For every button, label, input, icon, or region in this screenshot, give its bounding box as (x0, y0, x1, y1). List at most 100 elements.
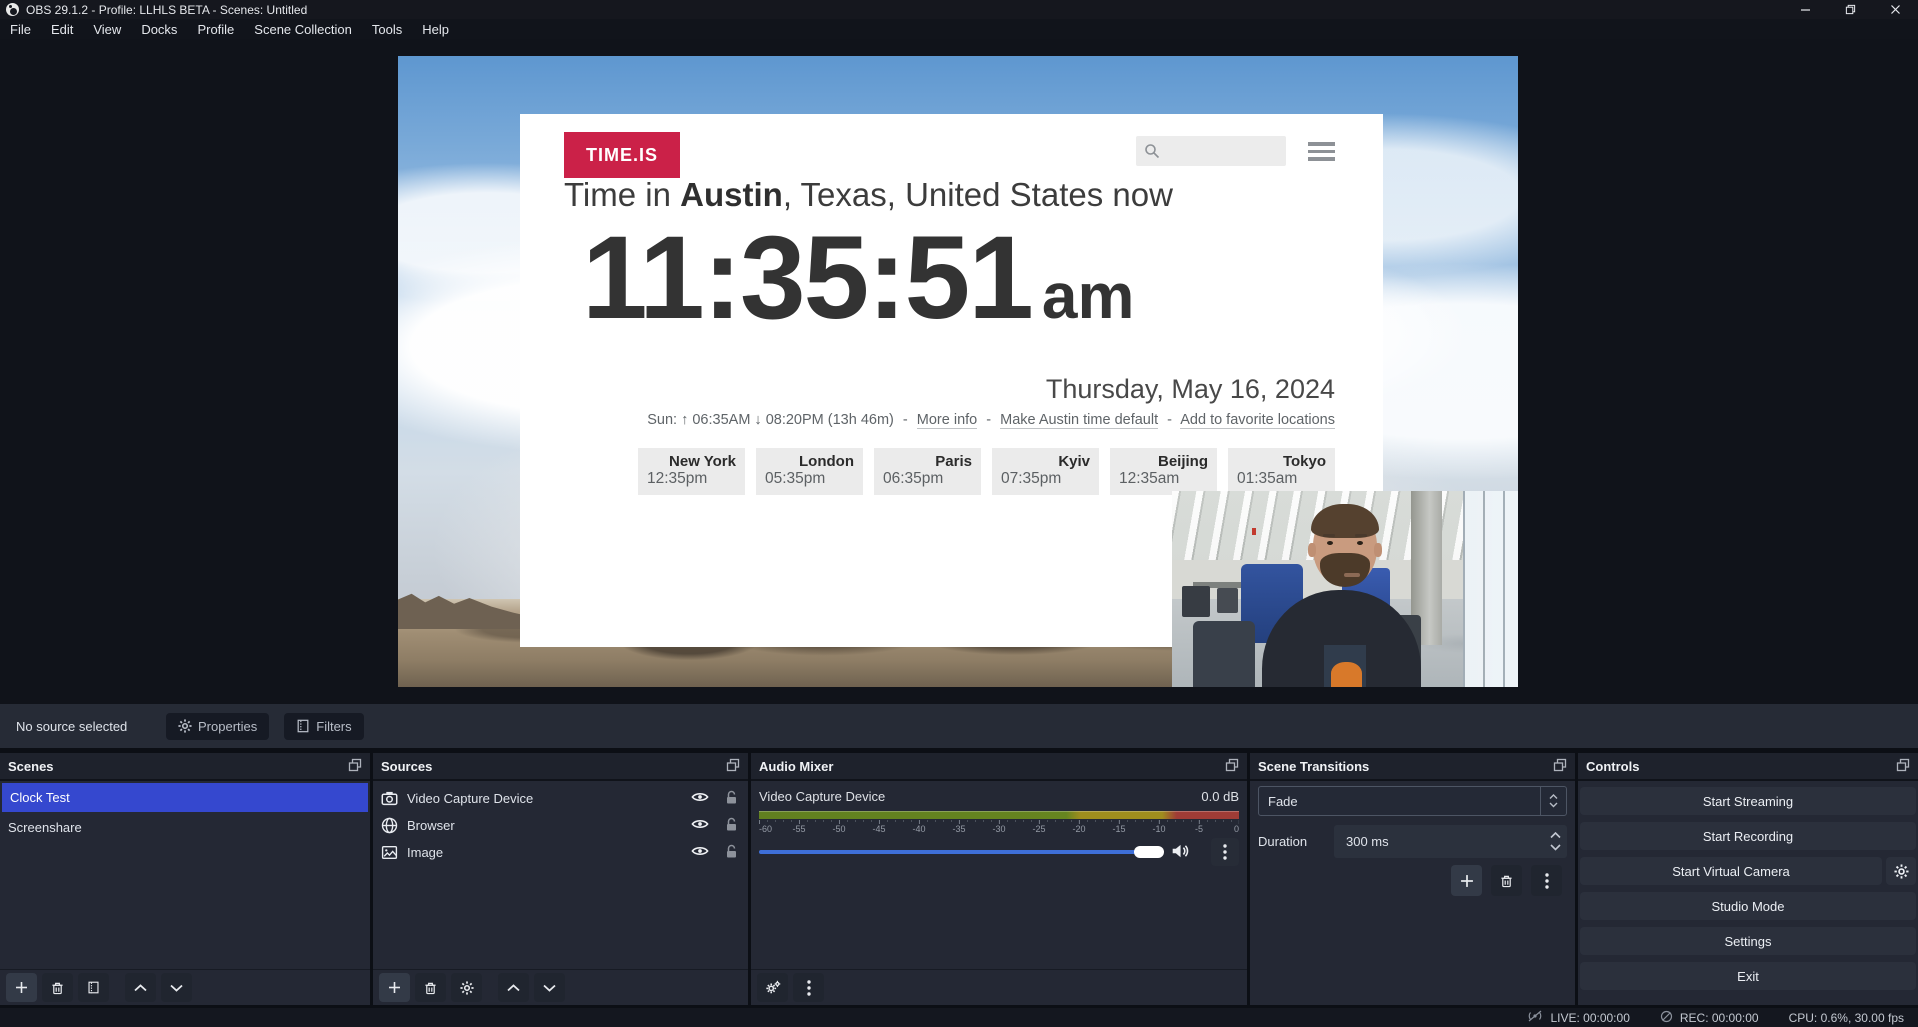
popout-icon[interactable] (1225, 758, 1239, 775)
sources-panel: Sources Video Capture Device (373, 753, 748, 1005)
move-scene-up-button[interactable] (125, 973, 156, 1002)
image-icon (381, 844, 398, 861)
exit-button[interactable]: Exit (1580, 962, 1916, 990)
scenes-title: Scenes (8, 759, 54, 774)
menu-view[interactable]: View (83, 19, 131, 39)
popout-icon[interactable] (1896, 758, 1910, 775)
gear-icon (1894, 864, 1909, 879)
visibility-eye-icon[interactable] (691, 845, 709, 860)
lock-icon[interactable] (725, 844, 738, 862)
webcam-overlay (1172, 491, 1518, 687)
source-item-video-capture[interactable]: Video Capture Device (373, 785, 748, 812)
transition-options-kebab-button[interactable] (1531, 865, 1562, 896)
popout-icon[interactable] (1553, 758, 1567, 775)
sun-info-row: Sun: ↑ 06:35AM ↓ 08:20PM (13h 46m) - Mor… (647, 412, 1335, 428)
menu-tools[interactable]: Tools (362, 19, 412, 39)
double-gear-icon (765, 980, 781, 995)
select-arrows-icon (1540, 787, 1566, 815)
source-properties-button[interactable] (451, 973, 482, 1002)
transition-select[interactable]: Fade (1258, 786, 1567, 816)
title-bar: OBS 29.1.2 - Profile: LLHLS BETA - Scene… (0, 0, 1918, 19)
lock-icon[interactable] (725, 790, 738, 808)
timeis-heading: Time in Austin, Texas, United States now (564, 176, 1173, 214)
spin-up-icon[interactable] (1550, 832, 1561, 839)
source-item-browser[interactable]: Browser (373, 812, 748, 839)
clock-meridiem: am (1042, 259, 1135, 333)
menu-docks[interactable]: Docks (131, 19, 187, 39)
rec-timer: REC: 00:00:00 (1680, 1011, 1759, 1025)
move-source-up-button[interactable] (498, 973, 529, 1002)
add-scene-button[interactable] (6, 973, 37, 1002)
kebab-icon (1223, 844, 1227, 860)
settings-button[interactable]: Settings (1580, 927, 1916, 955)
volume-slider-handle[interactable] (1134, 846, 1164, 858)
popout-icon[interactable] (348, 758, 362, 775)
world-clock-card: Tokyo01:35am (1228, 448, 1335, 495)
virtual-camera-settings-button[interactable] (1886, 857, 1916, 885)
scene-transitions-title: Scene Transitions (1258, 759, 1369, 774)
chevron-down-icon (543, 984, 556, 992)
add-transition-button[interactable] (1451, 865, 1482, 896)
chevron-down-icon (170, 984, 183, 992)
sources-footer-toolbar (373, 969, 748, 1005)
record-inactive-icon (1660, 1010, 1673, 1026)
menu-scene-collection[interactable]: Scene Collection (244, 19, 362, 39)
studio-mode-button[interactable]: Studio Mode (1580, 892, 1916, 920)
spin-down-icon[interactable] (1550, 844, 1561, 851)
move-source-down-button[interactable] (534, 973, 565, 1002)
properties-button[interactable]: Properties (166, 713, 269, 740)
trash-icon (1500, 874, 1513, 888)
start-streaming-button[interactable]: Start Streaming (1580, 787, 1916, 815)
preview-canvas[interactable]: TIME.IS Time in Austin, Texas, United St… (398, 56, 1518, 687)
mixer-options-kebab-button[interactable] (1211, 838, 1239, 866)
start-recording-button[interactable]: Start Recording (1580, 822, 1916, 850)
globe-icon (381, 817, 398, 834)
status-bar: LIVE: 00:00:00 REC: 00:00:00 CPU: 0.6%, … (0, 1008, 1918, 1027)
scene-item-clock-test[interactable]: Clock Test (2, 783, 368, 812)
minimize-button[interactable] (1783, 0, 1828, 19)
menu-edit[interactable]: Edit (41, 19, 83, 39)
filter-icon (296, 719, 310, 733)
clock-digits: 11:35:51 (582, 214, 1032, 344)
make-default-link: Make Austin time default (1000, 412, 1158, 429)
remove-source-button[interactable] (415, 973, 446, 1002)
obs-logo-icon (6, 3, 19, 16)
add-source-button[interactable] (379, 973, 410, 1002)
mixer-menu-kebab-button[interactable] (793, 973, 824, 1002)
start-virtual-camera-button[interactable]: Start Virtual Camera (1580, 857, 1882, 885)
menu-help[interactable]: Help (412, 19, 459, 39)
stream-inactive-icon (1527, 1010, 1543, 1025)
volume-slider[interactable] (759, 850, 1161, 854)
add-favorite-link: Add to favorite locations (1180, 412, 1335, 429)
mixer-channel-name: Video Capture Device (759, 789, 885, 804)
scene-filters-button[interactable] (78, 973, 109, 1002)
visibility-eye-icon[interactable] (691, 818, 709, 833)
world-clock-card: New York12:35pm (638, 448, 745, 495)
world-clock-card: Paris06:35pm (874, 448, 981, 495)
filters-button[interactable]: Filters (284, 713, 363, 740)
advanced-audio-properties-button[interactable] (757, 973, 788, 1002)
visibility-eye-icon[interactable] (691, 791, 709, 806)
world-clock-card: Beijing12:35am (1110, 448, 1217, 495)
scene-item-screenshare[interactable]: Screenshare (0, 814, 370, 841)
speaker-icon[interactable] (1171, 843, 1189, 864)
source-item-image[interactable]: Image (373, 839, 748, 866)
remove-scene-button[interactable] (42, 973, 73, 1002)
gear-icon (178, 719, 192, 733)
duration-input[interactable]: 300 ms (1334, 825, 1567, 858)
menu-profile[interactable]: Profile (187, 19, 244, 39)
meter-scale: -60 -55 -50 -45 -40 -35 -30 -25 -20 -15 … (759, 824, 1239, 835)
search-icon (1144, 143, 1160, 159)
restore-button[interactable] (1828, 0, 1873, 19)
scenes-panel: Scenes Clock Test Screenshare (0, 753, 370, 1005)
world-clocks: New York12:35pm London05:35pm Paris06:35… (638, 448, 1335, 495)
close-button[interactable] (1873, 0, 1918, 19)
remove-transition-button[interactable] (1491, 865, 1522, 896)
move-scene-down-button[interactable] (161, 973, 192, 1002)
scenes-footer-toolbar (0, 969, 370, 1005)
popout-icon[interactable] (726, 758, 740, 775)
menu-file[interactable]: File (0, 19, 41, 39)
volume-meter (759, 811, 1239, 819)
mixer-db-value: 0.0 dB (1201, 789, 1239, 804)
lock-icon[interactable] (725, 817, 738, 835)
